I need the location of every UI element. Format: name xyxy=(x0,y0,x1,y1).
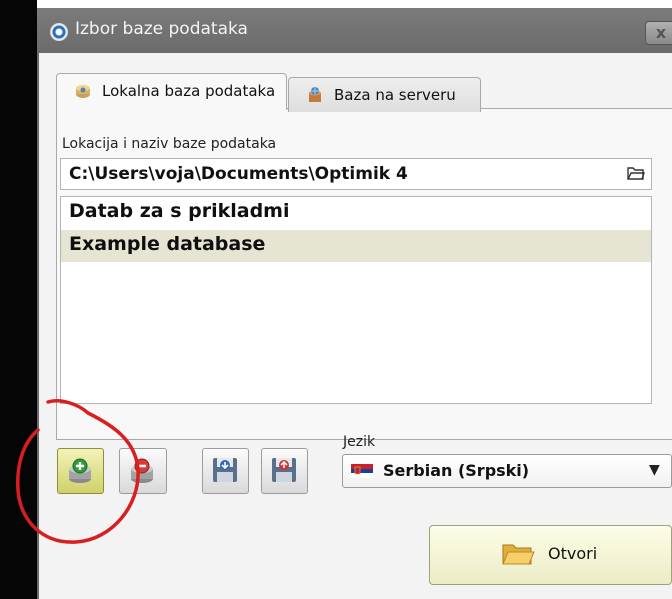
folder-open-icon xyxy=(502,544,535,565)
database-path-field[interactable]: C:\Users\voja\Documents\Optimik 4 xyxy=(60,158,652,190)
database-name: Example database xyxy=(69,233,266,255)
tab-local-database[interactable]: Lokalna baza podataka xyxy=(56,73,287,110)
remove-database-icon xyxy=(131,458,153,483)
add-database-icon xyxy=(69,458,91,483)
title-bar[interactable]: Izbor baze podataka x xyxy=(37,8,672,53)
open-button-label: Otvori xyxy=(548,544,598,563)
server-db-icon xyxy=(309,87,321,102)
language-label: Jezik xyxy=(343,434,376,450)
restore-database-button[interactable] xyxy=(261,448,308,494)
remove-database-button[interactable] xyxy=(119,448,167,494)
location-label: Lokacija i naziv baze podataka xyxy=(62,136,277,152)
tab-local-label: Lokalna baza podataka xyxy=(102,82,276,100)
tab-server-label: Baza na serveru xyxy=(334,86,456,104)
tab-server-database[interactable]: Baza na serveru xyxy=(288,77,481,112)
open-button[interactable]: Otvori xyxy=(429,525,672,585)
language-select[interactable]: Serbian (Srpski) ▼ xyxy=(342,454,672,488)
dialog-window: Izbor baze podataka x Lokalna baza podat… xyxy=(37,8,672,599)
dialog-body: Lokalna baza podataka Baza na serveru Lo… xyxy=(39,53,672,599)
left-edge-background xyxy=(0,0,37,599)
close-button[interactable]: x xyxy=(645,21,672,45)
database-list[interactable]: Datab za s prikladmi Example database xyxy=(60,196,652,404)
add-database-button[interactable] xyxy=(57,448,104,494)
chevron-down-icon[interactable]: ▼ xyxy=(649,462,660,478)
backup-database-icon xyxy=(213,458,237,482)
browse-folder-icon[interactable] xyxy=(627,166,645,180)
database-name: Datab za s prikladmi xyxy=(69,200,290,222)
database-path-value: C:\Users\voja\Documents\Optimik 4 xyxy=(69,164,408,184)
language-value: Serbian (Srpski) xyxy=(383,461,530,480)
restore-database-icon xyxy=(272,458,296,482)
list-item-database[interactable]: Datab za s prikladmi xyxy=(61,197,651,229)
serbian-flag-icon xyxy=(351,464,373,478)
app-icon xyxy=(50,23,68,41)
local-db-icon xyxy=(76,85,90,98)
backup-database-button[interactable] xyxy=(202,448,249,494)
window-title: Izbor baze podataka xyxy=(75,19,248,39)
list-item-database-selected[interactable]: Example database xyxy=(61,230,651,262)
